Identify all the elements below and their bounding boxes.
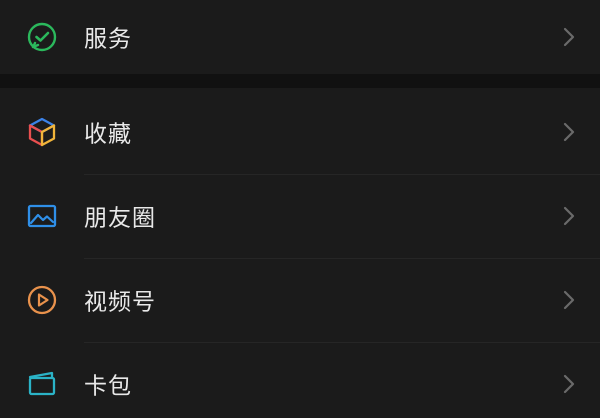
menu-item-moments-label: 朋友圈 [84,205,156,232]
menu-item-cards-label: 卡包 [84,373,132,400]
menu-item-channels-label: 视频号 [84,289,156,316]
chevron-right-icon [562,26,576,48]
wechat-pay-icon [24,19,60,55]
chevron-right-icon [562,121,576,143]
chevron-right-icon [562,205,576,227]
cube-icon [24,114,60,150]
menu-item-services[interactable]: 服务 [0,0,600,79]
menu-item-moments[interactable]: 朋友圈 [0,174,600,258]
me-menu-page: 服务 收藏 朋友圈 视频号 卡包 [0,0,600,418]
play-circle-icon [24,282,60,318]
menu-item-favorites-label: 收藏 [84,121,132,148]
chevron-right-icon [562,373,576,395]
menu-item-channels[interactable]: 视频号 [0,258,600,342]
section-gap [0,74,600,88]
card-wallet-icon [24,366,60,402]
menu-item-favorites[interactable]: 收藏 [0,90,600,174]
photo-icon [24,198,60,234]
chevron-right-icon [562,289,576,311]
menu-item-cards[interactable]: 卡包 [0,342,600,418]
menu-item-services-label: 服务 [84,26,132,53]
